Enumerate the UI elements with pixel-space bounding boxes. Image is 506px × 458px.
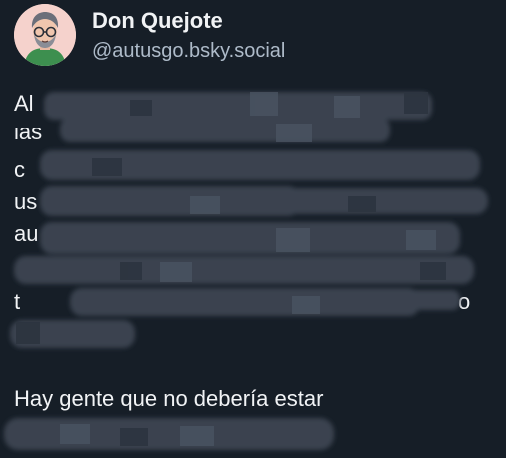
post-card: Don Quejote @autusgo.bsky.social Al las … (0, 0, 506, 458)
redaction-overlay (4, 92, 488, 450)
